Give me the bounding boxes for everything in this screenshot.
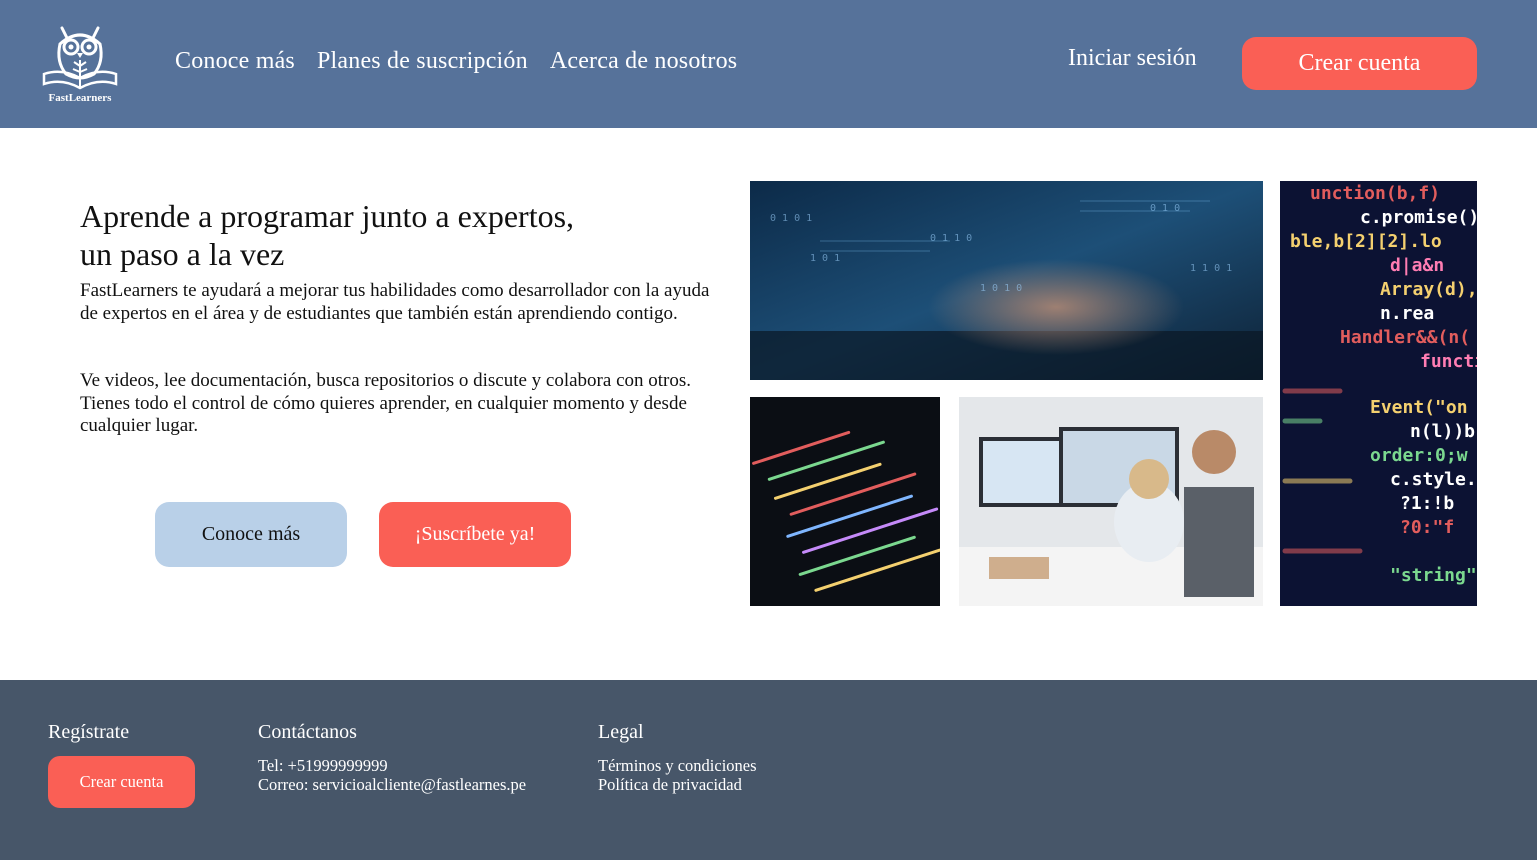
hero-title: Aprende a programar junto a expertos, un…: [80, 197, 720, 273]
main-nav: Conoce más Planes de suscripción Acerca …: [175, 48, 737, 75]
people-at-computers-image: [959, 397, 1263, 606]
hero-paragraph-1: FastLearners te ayudará a mejorar tus ha…: [80, 280, 710, 324]
top-navbar: FastLearners Conoce más Planes de suscri…: [0, 0, 1537, 128]
nav-link-acerca[interactable]: Acerca de nosotros: [550, 48, 738, 75]
logo-text: FastLearners: [48, 92, 112, 104]
fastlearners-logo[interactable]: FastLearners: [38, 22, 122, 108]
signup-button[interactable]: Crear cuenta: [1242, 37, 1477, 90]
svg-text:1 1 0 1: 1 1 0 1: [1190, 263, 1232, 274]
svg-text:c.promise(): c.promise(): [1360, 207, 1477, 228]
code-screen-image: [750, 397, 940, 606]
svg-text:0 1 0 1: 0 1 0 1: [770, 213, 812, 224]
hero-title-line-1: Aprende a programar junto a expertos,: [80, 198, 575, 234]
footer-register-title: Regístrate: [48, 721, 130, 743]
learn-more-button[interactable]: Conoce más: [155, 502, 347, 567]
svg-text:?0:"f: ?0:"f: [1400, 517, 1454, 538]
footer-signup-button[interactable]: Crear cuenta: [48, 756, 195, 808]
svg-text:ble,b[2][2].lo: ble,b[2][2].lo: [1290, 231, 1442, 252]
footer-contact-title: Contáctanos: [258, 721, 357, 743]
svg-text:"string" !=: "string" !=: [1390, 565, 1477, 586]
footer: Regístrate Crear cuenta Contáctanos Tel:…: [0, 680, 1537, 860]
svg-text:Array(d),: Array(d),: [1380, 279, 1477, 300]
svg-text:Event("on: Event("on: [1370, 397, 1468, 418]
footer-privacy-link[interactable]: Política de privacidad: [598, 775, 742, 795]
colorful-code-closeup-image: unction(b,f) c.promise() ble,b[2][2].lo …: [1280, 181, 1477, 606]
footer-legal-title: Legal: [598, 721, 644, 743]
svg-text:Handler&&(n(: Handler&&(n(: [1340, 327, 1470, 348]
hero-title-line-2: un paso a la vez: [80, 236, 285, 272]
svg-text:0 1 0: 0 1 0: [1150, 203, 1180, 214]
svg-text:unction(b,f): unction(b,f): [1310, 183, 1440, 204]
svg-text:0 1 1 0: 0 1 1 0: [930, 233, 972, 244]
hands-typing-laptop-image: 0 1 0 1 1 0 1 0 1 1 0 1 0 1 0 0 1 0 1 1 0 1: [750, 181, 1263, 380]
footer-terms-link[interactable]: Términos y condiciones: [598, 756, 757, 776]
svg-text:n.rea: n.rea: [1380, 303, 1434, 324]
subscribe-button[interactable]: ¡Suscríbete ya!: [379, 502, 571, 567]
svg-text:1 0 1 0: 1 0 1 0: [980, 283, 1022, 294]
svg-text:order:0;w: order:0;w: [1370, 445, 1468, 466]
svg-text:function: function: [1420, 351, 1477, 372]
footer-phone: Tel: +51999999999: [258, 756, 388, 775]
footer-email[interactable]: Correo: servicioalcliente@fastlearnes.pe: [258, 775, 526, 795]
login-link[interactable]: Iniciar sesión: [1068, 45, 1197, 72]
svg-text:1 0 1: 1 0 1: [810, 253, 840, 264]
nav-link-conoce-mas[interactable]: Conoce más: [175, 48, 295, 75]
svg-text:n(l))b: n(l))b: [1410, 421, 1475, 442]
nav-link-planes[interactable]: Planes de suscripción: [317, 48, 528, 75]
svg-text:c.style.: c.style.: [1390, 469, 1477, 490]
owl-book-icon: [42, 26, 118, 90]
svg-text:d|a&n: d|a&n: [1390, 255, 1444, 276]
svg-text:?1:!b: ?1:!b: [1400, 493, 1454, 514]
hero-paragraph-2: Ve videos, lee documentación, busca repo…: [80, 370, 691, 436]
